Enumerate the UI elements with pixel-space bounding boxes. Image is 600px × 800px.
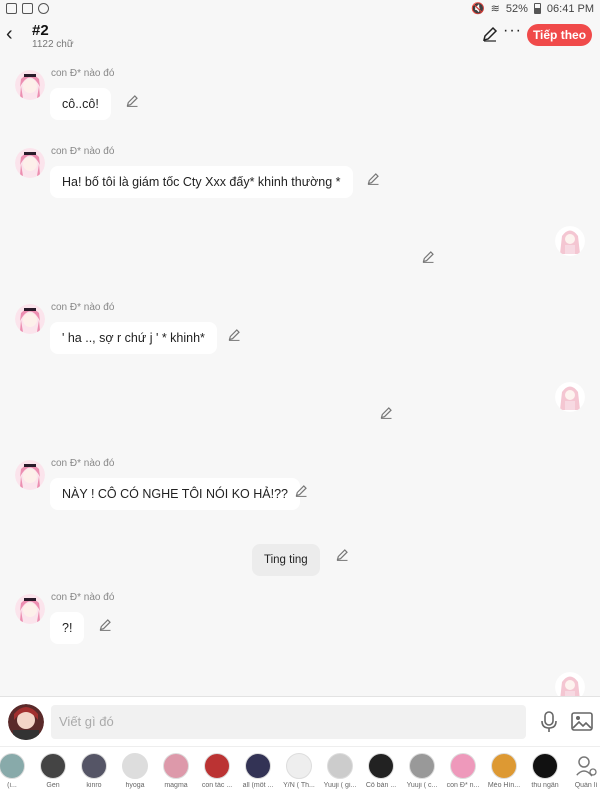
character-avatar bbox=[0, 753, 25, 779]
manage-characters-icon bbox=[573, 753, 599, 779]
character-chip[interactable]: Cô bán ... bbox=[361, 753, 401, 789]
character-name: Quản lí bbox=[574, 782, 598, 789]
character-name: Yuuji ( c... bbox=[406, 782, 438, 789]
sender-avatar[interactable] bbox=[555, 672, 585, 696]
notification-icons bbox=[6, 3, 49, 14]
character-name: magma bbox=[164, 782, 188, 789]
do-not-disturb-icon bbox=[38, 3, 49, 14]
character-chip[interactable]: Y/N ( Th... bbox=[279, 753, 319, 789]
more-options-icon[interactable]: ··· bbox=[503, 22, 522, 40]
next-button[interactable]: Tiếp theo bbox=[527, 24, 592, 46]
sender-name: con Đ* nào đó bbox=[51, 302, 115, 313]
character-name: kinro bbox=[86, 782, 102, 789]
sender-avatar[interactable] bbox=[15, 460, 45, 490]
character-avatar bbox=[40, 753, 66, 779]
character-chip[interactable]: kinro bbox=[74, 753, 114, 789]
microphone-icon[interactable] bbox=[540, 711, 558, 733]
input-bar: Viết gì đó bbox=[0, 696, 600, 746]
character-name: all (mỗt ... bbox=[242, 782, 274, 789]
chapter-title: #2 bbox=[32, 22, 49, 39]
character-name: thu ngân bbox=[531, 782, 559, 789]
mute-icon: 🔇 bbox=[470, 3, 485, 15]
character-chip[interactable]: con Đ* n... bbox=[443, 753, 483, 789]
character-name: Mèo Hìn... bbox=[487, 782, 521, 789]
character-avatar bbox=[81, 753, 107, 779]
message-bubble[interactable]: cô..cô! bbox=[50, 88, 111, 120]
character-chip[interactable]: Yuuji ( gi... bbox=[320, 753, 360, 789]
sender-name: con Đ* nào đó bbox=[51, 458, 115, 469]
character-name: Gen bbox=[46, 782, 60, 789]
character-chip[interactable]: (i... bbox=[0, 753, 32, 789]
character-chip[interactable]: thu ngân bbox=[525, 753, 565, 789]
character-name: Yuuji ( gi... bbox=[323, 782, 357, 789]
edit-pencil-icon[interactable] bbox=[482, 26, 498, 42]
character-name: (i... bbox=[7, 782, 17, 789]
edit-message-icon[interactable] bbox=[380, 406, 393, 419]
wifi-icon: ≋ bbox=[490, 3, 500, 15]
top-bar: ‹ #2 1122 chữ ··· Tiếp theo bbox=[0, 18, 600, 54]
character-avatar bbox=[163, 753, 189, 779]
edit-message-icon[interactable] bbox=[126, 94, 139, 107]
word-count: 1122 chữ bbox=[32, 39, 74, 50]
sender-name: con Đ* nào đó bbox=[51, 68, 115, 79]
character-name: con Đ* n... bbox=[446, 782, 480, 789]
character-name: Y/N ( Th... bbox=[283, 782, 315, 789]
chat-area: con Đ* nào đó cô..cô! con Đ* nào đó Ha! bố … bbox=[0, 54, 600, 696]
character-avatar bbox=[450, 753, 476, 779]
character-avatar bbox=[327, 753, 353, 779]
character-chip[interactable]: Quản lí bbox=[566, 753, 600, 789]
character-name: con tác ... bbox=[201, 782, 233, 789]
character-chip[interactable]: magma bbox=[156, 753, 196, 789]
battery-percent: 52% bbox=[505, 2, 528, 15]
edit-message-icon[interactable] bbox=[422, 250, 435, 263]
character-chip[interactable]: con tác ... bbox=[197, 753, 237, 789]
clock: 06:41 PM bbox=[546, 2, 594, 15]
sender-avatar[interactable] bbox=[15, 70, 45, 100]
character-avatar bbox=[491, 753, 517, 779]
character-chip[interactable]: hyoga bbox=[115, 753, 155, 789]
character-name: Cô bán ... bbox=[365, 782, 397, 789]
sender-avatar[interactable] bbox=[15, 304, 45, 334]
character-avatar bbox=[409, 753, 435, 779]
gallery-icon bbox=[6, 3, 17, 14]
sender-avatar[interactable] bbox=[15, 148, 45, 178]
message-input[interactable]: Viết gì đó bbox=[51, 705, 526, 739]
character-avatar bbox=[532, 753, 558, 779]
app-icon bbox=[22, 3, 33, 14]
message-bubble[interactable]: ?! bbox=[50, 612, 85, 644]
sender-name: con Đ* nào đó bbox=[51, 146, 115, 157]
message-bubble[interactable]: Ha! bố tôi là giám tốc Cty Xxx đấy* khin… bbox=[50, 166, 353, 198]
sender-avatar[interactable] bbox=[555, 382, 585, 412]
character-avatar bbox=[368, 753, 394, 779]
sender-avatar[interactable] bbox=[555, 226, 585, 256]
message-bubble[interactable]: NÀY ! CÔ CÓ NGHE TÔI NÓI KO HẢ!?? bbox=[50, 478, 300, 510]
character-name: hyoga bbox=[125, 782, 145, 789]
character-chip[interactable]: Mèo Hìn... bbox=[484, 753, 524, 789]
character-strip: (i... Gen kinro hyoga magma con tác ... all (m… bbox=[0, 746, 600, 800]
character-avatar bbox=[245, 753, 271, 779]
edit-message-icon[interactable] bbox=[336, 548, 349, 561]
character-avatar bbox=[204, 753, 230, 779]
sender-avatar[interactable] bbox=[15, 594, 45, 624]
edit-message-icon[interactable] bbox=[367, 172, 380, 185]
narration-bubble[interactable]: Ting ting bbox=[252, 544, 320, 576]
edit-message-icon[interactable] bbox=[99, 618, 112, 631]
edit-message-icon[interactable] bbox=[295, 484, 308, 497]
character-avatar bbox=[286, 753, 312, 779]
message-bubble[interactable]: ' ha .., sợ r chứ j ' * khinh* bbox=[50, 322, 217, 354]
character-chip[interactable]: Yuuji ( c... bbox=[402, 753, 442, 789]
image-icon[interactable] bbox=[571, 712, 593, 731]
current-character-avatar[interactable] bbox=[8, 704, 44, 740]
status-bar: 🔇 ≋ 52% 06:41 PM bbox=[0, 0, 600, 18]
character-chip[interactable]: all (mỗt ... bbox=[238, 753, 278, 789]
back-arrow-icon[interactable]: ‹ bbox=[6, 24, 20, 44]
battery-icon bbox=[533, 3, 541, 14]
character-chip[interactable]: Gen bbox=[33, 753, 73, 789]
edit-message-icon[interactable] bbox=[228, 328, 241, 341]
character-avatar bbox=[122, 753, 148, 779]
sender-name: con Đ* nào đó bbox=[51, 592, 115, 603]
